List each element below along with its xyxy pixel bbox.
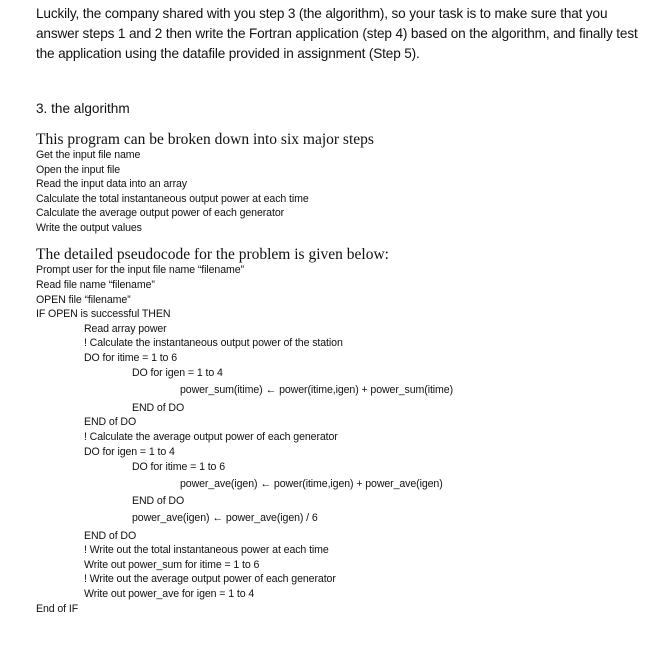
left-arrow-icon: ← bbox=[212, 512, 223, 524]
assignment-target: power_sum(itime) bbox=[180, 384, 263, 396]
pseudocode-assignment: power_ave(igen) ← power_ave(igen) / 6 bbox=[132, 511, 318, 525]
pseudocode-line: END of DO bbox=[84, 416, 137, 428]
pseudocode-line: ! Calculate the average output power of … bbox=[84, 431, 338, 443]
major-steps-heading: This program can be broken down into six… bbox=[36, 131, 374, 148]
major-step-item: Open the input file bbox=[36, 163, 121, 176]
major-step-item: Write the output values bbox=[36, 222, 142, 234]
assignment-expression: power_ave(igen) / 6 bbox=[225, 512, 318, 524]
pseudocode-line: END of DO bbox=[132, 495, 185, 507]
pseudocode-heading: The detailed pseudocode for the problem … bbox=[36, 246, 389, 263]
pseudocode-line: Write out power_sum for itime = 1 to 6 bbox=[84, 559, 260, 571]
major-step-item: Get the input file name bbox=[36, 149, 141, 161]
pseudocode-line: Prompt user for the input file name “fil… bbox=[36, 264, 244, 276]
assignment-target: power_ave(igen) bbox=[180, 478, 258, 490]
pseudocode-line: End of IF bbox=[36, 603, 79, 615]
pseudocode-line: IF OPEN is successful THEN bbox=[36, 308, 171, 320]
pseudocode-line: DO for itime = 1 to 6 bbox=[84, 352, 177, 364]
intro-line: answer steps 1 and 2 then write the Fort… bbox=[36, 26, 638, 41]
section-title: 3. the algorithm bbox=[36, 101, 130, 116]
pseudocode-line: Read array power bbox=[84, 323, 167, 335]
pseudocode-assignment: power_sum(itime) ← power(itime,igen) + pow… bbox=[180, 383, 453, 397]
pseudocode-line: Read file name “filename” bbox=[36, 279, 155, 291]
pseudocode-line: ! Calculate the instantaneous output pow… bbox=[84, 337, 343, 349]
pseudocode-line: ! Write out the total instantaneous powe… bbox=[84, 544, 329, 556]
intro-paragraph: Luckily, the company shared with you ste… bbox=[36, 4, 656, 64]
pseudocode-assignment: power_ave(igen) ← power(itime,igen) + powe… bbox=[180, 477, 443, 491]
assignment-expression: power(itime,igen) + power_ave(igen) bbox=[273, 478, 443, 490]
assignment-target: power_ave(igen) bbox=[132, 512, 210, 524]
major-step-item: Read the input data into an array bbox=[36, 178, 188, 191]
assignment-expression: power(itime,igen) + power_sum(itime) bbox=[279, 384, 453, 396]
pseudocode-line: Write out power_ave for igen = 1 to 4 bbox=[84, 588, 255, 600]
intro-line: the application using the datafile provi… bbox=[36, 46, 420, 61]
left-arrow-icon: ← bbox=[260, 478, 271, 490]
pseudocode-line: OPEN file “filename” bbox=[36, 294, 131, 306]
left-arrow-icon: ← bbox=[265, 384, 277, 396]
intro-line: Luckily, the company shared with you ste… bbox=[36, 6, 608, 21]
pseudocode-line: END of DO bbox=[84, 530, 137, 542]
major-step-item: Calculate the total instantaneous output… bbox=[36, 192, 309, 205]
pseudocode-line: END of DO bbox=[132, 402, 185, 414]
pseudocode-line: DO for igen = 1 to 4 bbox=[132, 367, 223, 379]
major-step-item: Calculate the average output power of ea… bbox=[36, 207, 285, 220]
pseudocode-line: DO for igen = 1 to 4 bbox=[84, 446, 175, 458]
pseudocode-line: ! Write out the average output power of … bbox=[84, 573, 336, 585]
pseudocode-line: DO for itime = 1 to 6 bbox=[132, 461, 225, 473]
